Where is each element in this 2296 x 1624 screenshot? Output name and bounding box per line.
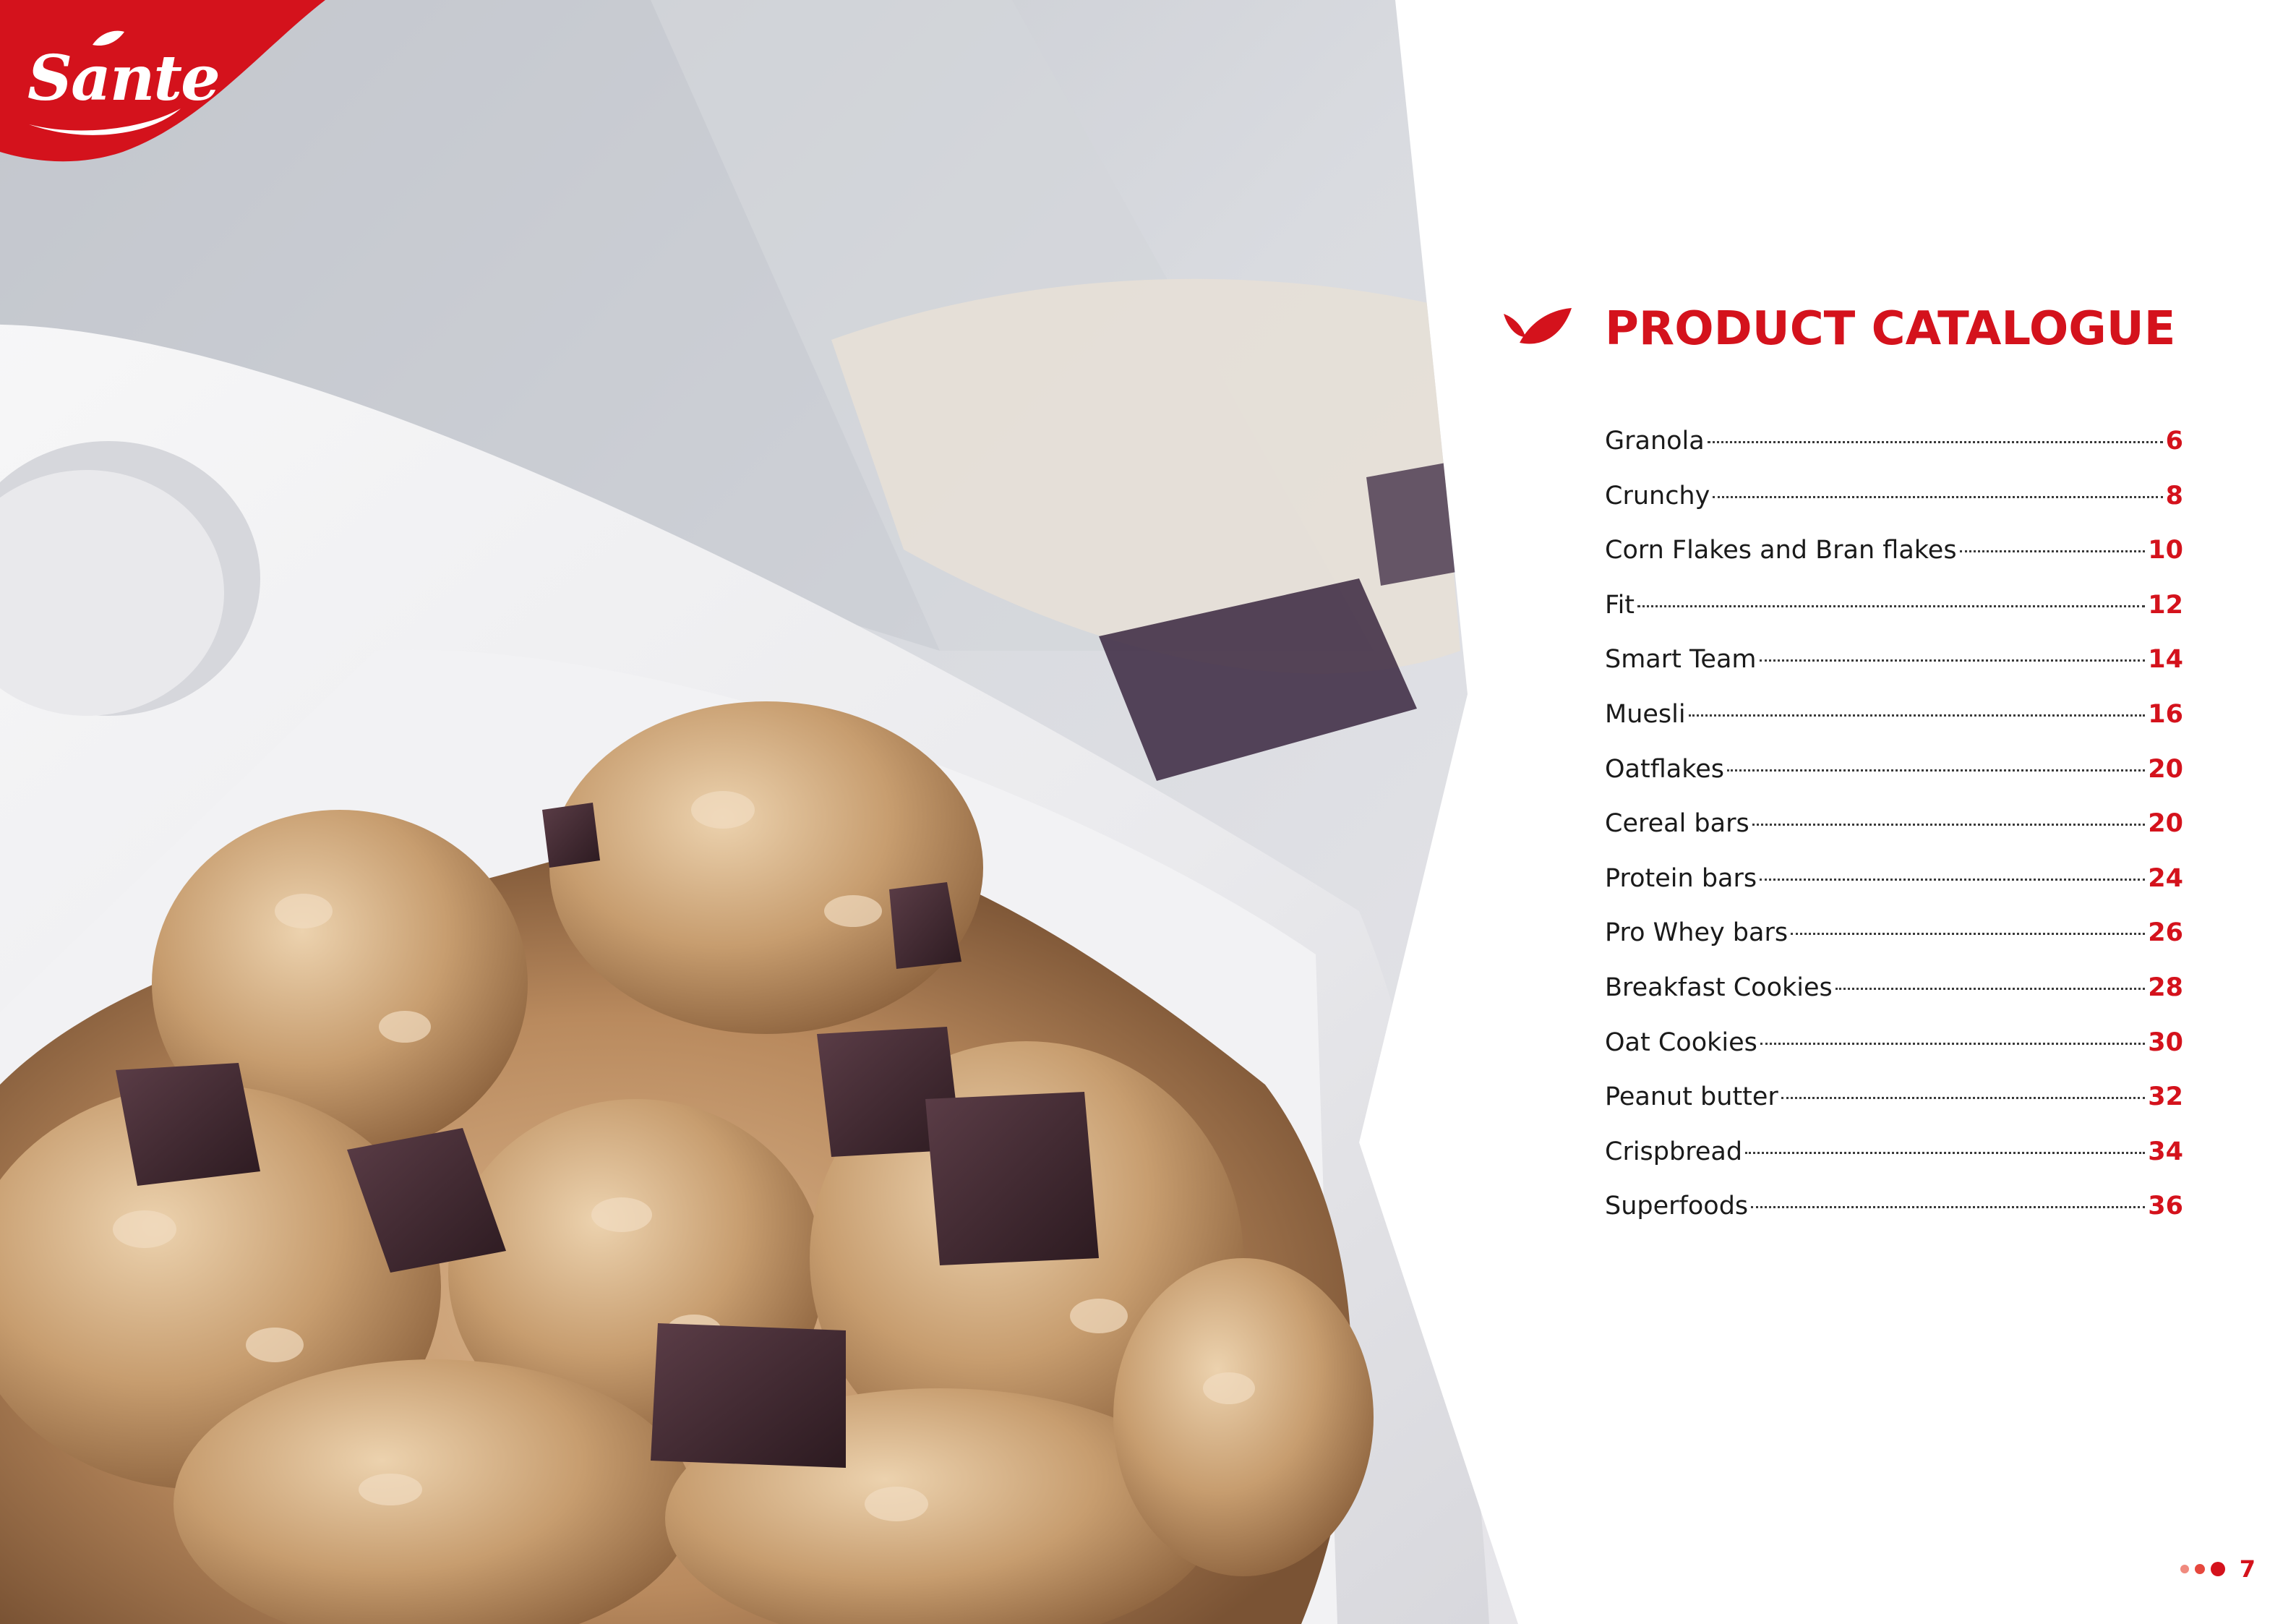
toc-entry[interactable]: Smart Team 14 [1605, 645, 2183, 700]
toc-entry-page: 16 [2148, 699, 2183, 729]
toc-entry-label: Breakfast Cookies [1605, 973, 1833, 1002]
toc-entry-label: Protein bars [1605, 863, 1757, 893]
toc-entry-page: 14 [2148, 645, 2183, 675]
toc-entry[interactable]: Fit 12 [1605, 591, 2183, 646]
toc-entry-page: 6 [2165, 427, 2183, 456]
toc-dot-leader [1727, 769, 2146, 772]
page-footer: 7 [2180, 1555, 2256, 1584]
toc-entry[interactable]: Superfoods 36 [1605, 1192, 2183, 1247]
toc-dot-leader [1745, 1151, 2146, 1154]
toc-entry[interactable]: Crunchy 8 [1605, 482, 2183, 537]
toc-entry-label: Cereal bars [1605, 809, 1749, 839]
catalogue-header: PRODUCT CATALOGUE [1504, 289, 2183, 369]
toc-entry-page: 36 [2148, 1192, 2183, 1221]
toc-entry-label: Corn Flakes and Bran flakes [1605, 536, 1957, 565]
toc-entry-page: 20 [2148, 754, 2183, 784]
toc-entry-page: 30 [2148, 1027, 2183, 1057]
toc-dot-leader [1752, 824, 2146, 826]
toc-entry[interactable]: Oatflakes 20 [1605, 755, 2183, 810]
toc-dot-leader [1791, 933, 2146, 936]
toc-entry-label: Peanut butter [1605, 1082, 1778, 1112]
toc-entry[interactable]: Protein bars 24 [1605, 864, 2183, 919]
toc-dot-leader [1713, 495, 2163, 498]
toc-dot-leader [1760, 878, 2146, 881]
toc-entry-page: 8 [2165, 481, 2183, 510]
toc-dot-leader [1751, 1206, 2146, 1209]
toc-entry-label: Pro Whey bars [1605, 918, 1789, 948]
toc-dot-leader [1835, 987, 2146, 990]
page-number: 7 [2239, 1555, 2256, 1583]
toc-entry-label: Oat Cookies [1605, 1027, 1757, 1057]
toc-entry-label: Crunchy [1605, 481, 1710, 510]
toc-entry[interactable]: Cereal bars 20 [1605, 809, 2183, 864]
footer-dot-icon [2194, 1564, 2205, 1574]
toc-entry-page: 12 [2148, 590, 2183, 620]
footer-dot-icon [2210, 1562, 2225, 1576]
catalogue-page: Sante PRODUCT CATALOGUE Granola 6 Crunchy 8… [0, 0, 2296, 1624]
toc-entry-page: 26 [2148, 918, 2183, 948]
toc-entry-label: Crispbread [1605, 1137, 1743, 1166]
toc-entry-label: Fit [1605, 590, 1635, 620]
toc-dot-leader [1759, 659, 2146, 662]
toc-entry[interactable]: Muesli 16 [1605, 700, 2183, 755]
toc-entry-page: 28 [2148, 973, 2183, 1002]
toc-entry-label: Oatflakes [1605, 754, 1725, 784]
toc-entry[interactable]: Oat Cookies 30 [1605, 1028, 2183, 1083]
toc-dot-leader [1760, 1042, 2146, 1045]
toc-entry-label: Superfoods [1605, 1192, 1749, 1221]
toc-dot-leader [1707, 441, 2163, 443]
footer-dot-icon [2180, 1565, 2189, 1573]
toc-dot-leader [1688, 714, 2146, 717]
toc-entry[interactable]: Corn Flakes and Bran flakes 10 [1605, 536, 2183, 591]
toc-dot-leader [1637, 604, 2146, 607]
toc-entry-page: 10 [2148, 536, 2183, 565]
toc-entry-page: 20 [2148, 809, 2183, 839]
sante-logo: Sante [0, 0, 333, 166]
toc-entry-label: Muesli [1605, 699, 1686, 729]
toc-entry[interactable]: Breakfast Cookies 28 [1605, 973, 2183, 1028]
toc-entry[interactable]: Granola 6 [1605, 427, 2183, 482]
table-of-contents: Granola 6 Crunchy 8 Corn Flakes and Bran fla… [1605, 427, 2183, 1247]
leaf-icon [1504, 308, 1572, 344]
toc-entry[interactable]: Crispbread 34 [1605, 1137, 2183, 1192]
toc-entry-page: 32 [2148, 1082, 2183, 1112]
toc-entry[interactable]: Pro Whey bars 26 [1605, 918, 2183, 973]
logo-wordmark: Sante [27, 42, 220, 115]
toc-entry-label: Granola [1605, 427, 1705, 456]
toc-entry[interactable]: Peanut butter 32 [1605, 1082, 2183, 1137]
catalogue-section: PRODUCT CATALOGUE Granola 6 Crunchy 8 Corn F… [1504, 289, 2183, 1221]
toc-entry-page: 24 [2148, 863, 2183, 893]
toc-entry-page: 34 [2148, 1137, 2183, 1166]
toc-dot-leader [1781, 1097, 2146, 1100]
catalogue-title: PRODUCT CATALOGUE [1605, 302, 2176, 356]
toc-dot-leader [1959, 550, 2146, 553]
toc-entry-label: Smart Team [1605, 645, 1757, 675]
